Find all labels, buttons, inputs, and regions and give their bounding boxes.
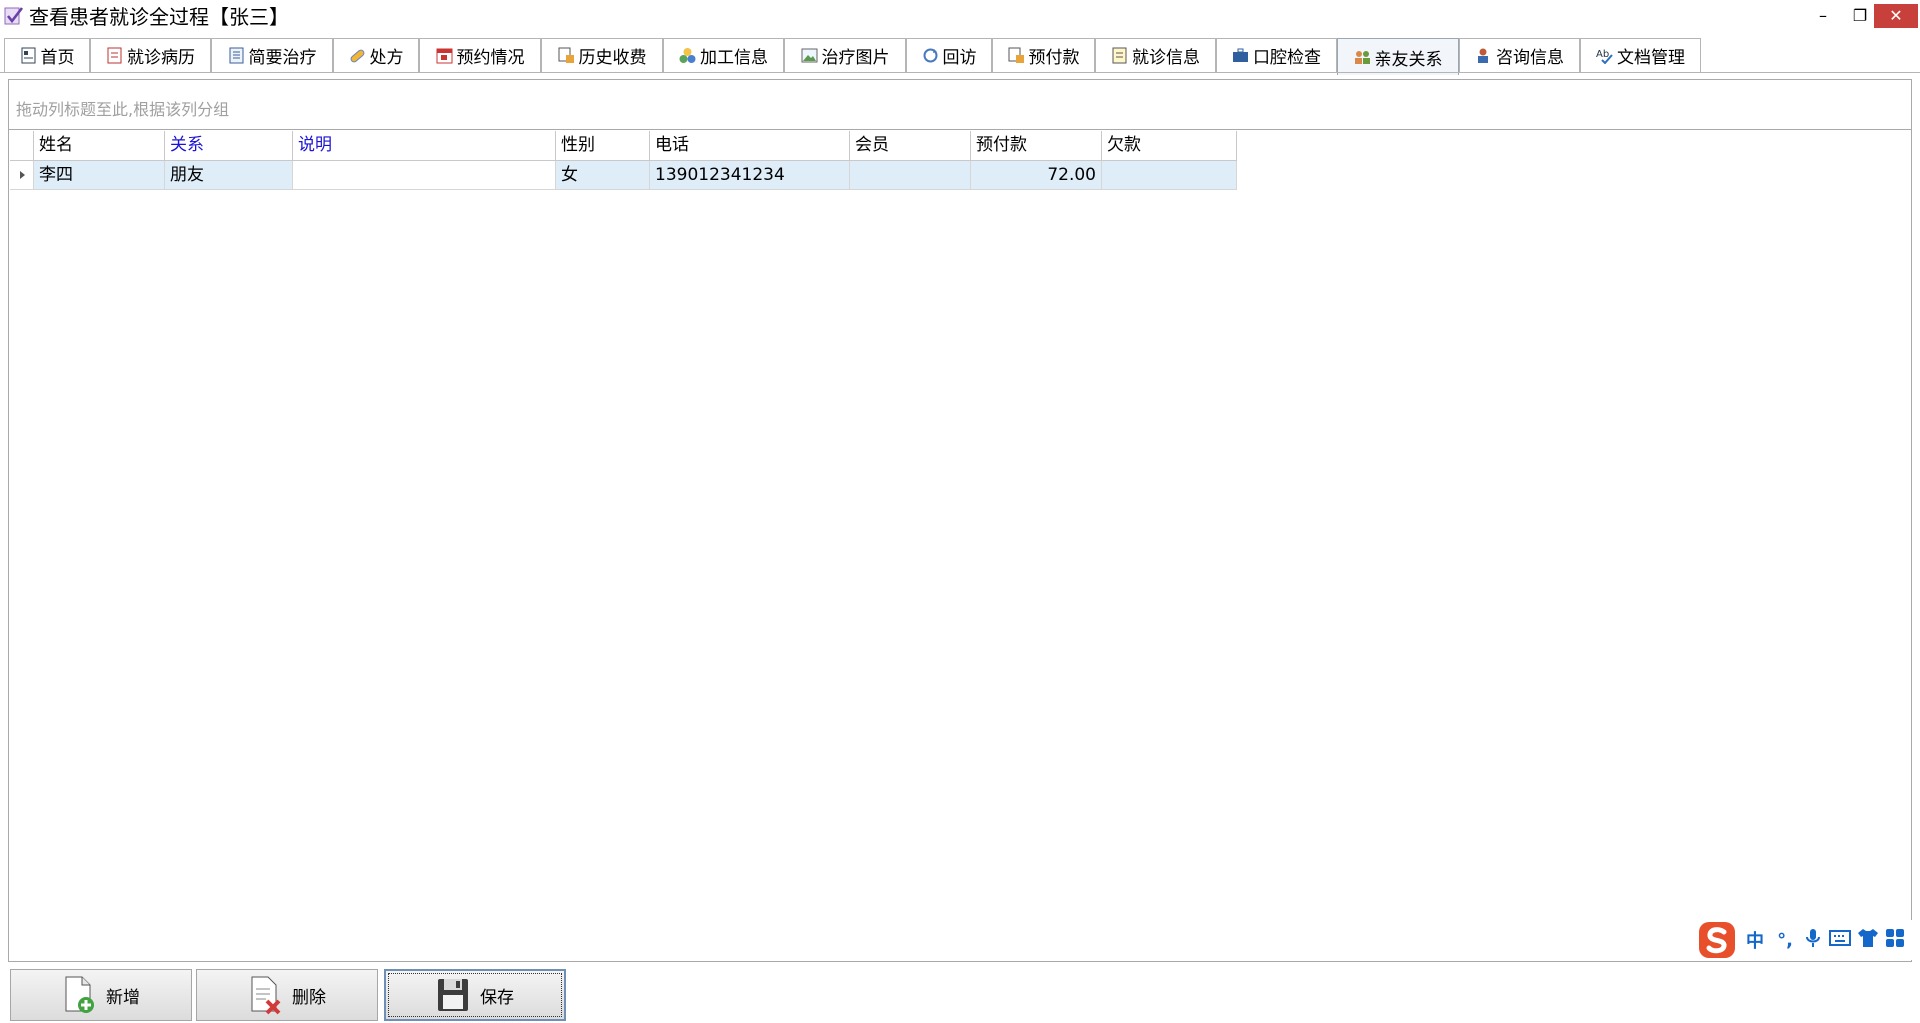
tab-documents[interactable]: Ab 文档管理: [1580, 38, 1701, 72]
tab-label: 咨询信息: [1496, 48, 1564, 68]
tab-label: 文档管理: [1617, 48, 1685, 68]
processing-icon: [679, 47, 696, 64]
notes-icon: [228, 47, 245, 64]
picture-icon: [801, 47, 818, 64]
tab-divider: [0, 72, 1920, 73]
tab-label: 治疗图片: [821, 48, 890, 68]
tab-label: 就诊病历: [127, 48, 195, 68]
column-header-name[interactable]: 姓名: [34, 131, 165, 161]
column-header-relation[interactable]: 关系: [165, 131, 293, 161]
tab-label: 历史收费: [578, 48, 647, 68]
tab-medical-record[interactable]: 就诊病历: [90, 38, 211, 72]
keyboard-icon[interactable]: [1829, 929, 1851, 952]
sogou-logo-icon[interactable]: [1697, 920, 1737, 960]
tab-label: 回访: [942, 48, 977, 68]
relatives-panel: 拖动列标题至此,根据该列分组 姓名 关系 说明 性别 电话 会员 预付款 欠款 …: [8, 79, 1912, 962]
people-icon: [1354, 49, 1371, 66]
cell-relation[interactable]: 朋友: [165, 161, 293, 190]
delete-button-label: 删除: [292, 987, 326, 1008]
calendar-icon: [436, 47, 453, 64]
tab-label: 预约情况: [456, 48, 525, 68]
tab-label: 口腔检查: [1253, 48, 1321, 68]
new-document-icon: [65, 976, 94, 1013]
tab-label: 预付款: [1028, 48, 1080, 68]
table-row[interactable]: 李四 朋友 女 139012341234 72.00: [10, 161, 1237, 190]
ime-language-toggle[interactable]: 中: [1743, 927, 1767, 953]
column-header-debt[interactable]: 欠款: [1102, 131, 1237, 161]
billing-icon: [558, 47, 575, 64]
column-header-gender[interactable]: 性别: [556, 131, 650, 161]
save-button[interactable]: 保存: [384, 969, 566, 1021]
close-button[interactable]: ✕: [1874, 4, 1918, 28]
add-button-label: 新增: [106, 987, 140, 1008]
prepay-icon: [1008, 47, 1025, 64]
column-header-phone[interactable]: 电话: [650, 131, 850, 161]
tab-prescription[interactable]: 处方: [333, 38, 419, 72]
tab-label: 首页: [40, 48, 75, 68]
pill-icon: [349, 47, 366, 64]
svg-text:Ab: Ab: [1596, 49, 1609, 60]
column-header-member[interactable]: 会员: [850, 131, 971, 161]
spellcheck-icon: Ab: [1596, 47, 1613, 65]
group-by-panel[interactable]: 拖动列标题至此,根据该列分组: [9, 80, 1911, 130]
title-bar: 查看患者就诊全过程【张三】 – ❐ ✕: [0, 0, 1920, 33]
tab-strip: 首页 就诊病历 简要治疗 处方 预约情况 历史收费 加工信息 治疗图片 回访 预…: [0, 38, 1920, 75]
cell-phone[interactable]: 139012341234: [650, 161, 850, 190]
cell-debt[interactable]: [1102, 161, 1237, 190]
delete-document-icon: [251, 976, 281, 1015]
tab-consultation[interactable]: 咨询信息: [1459, 38, 1580, 72]
cell-prepayment[interactable]: 72.00: [971, 161, 1102, 190]
window-title: 查看患者就诊全过程【张三】: [29, 5, 289, 29]
skin-shirt-icon[interactable]: [1857, 928, 1879, 953]
cell-name[interactable]: 李四: [34, 161, 165, 190]
minimize-button[interactable]: –: [1808, 4, 1838, 28]
group-by-hint: 拖动列标题至此,根据该列分组: [16, 100, 230, 119]
checklist-icon: [4, 7, 24, 25]
tab-oral-exam[interactable]: 口腔检查: [1216, 38, 1337, 72]
tab-brief-treatment[interactable]: 简要治疗: [211, 38, 333, 72]
tab-treatment-pictures[interactable]: 治疗图片: [784, 38, 906, 72]
cell-gender[interactable]: 女: [556, 161, 650, 190]
tab-billing-history[interactable]: 历史收费: [541, 38, 663, 72]
tab-relatives[interactable]: 亲友关系: [1337, 38, 1459, 75]
info-icon: [1111, 47, 1128, 64]
grid-header: 姓名 关系 说明 性别 电话 会员 预付款 欠款: [10, 131, 1237, 161]
consult-icon: [1475, 47, 1492, 64]
tab-prepayment[interactable]: 预付款: [992, 38, 1095, 72]
tab-processing-info[interactable]: 加工信息: [663, 38, 784, 72]
add-button[interactable]: 新增: [10, 969, 192, 1021]
cell-member[interactable]: [850, 161, 971, 190]
tab-appointment[interactable]: 预约情况: [419, 38, 541, 72]
ime-toolbar: 中 °,: [1697, 920, 1918, 960]
tab-visit-info[interactable]: 就诊信息: [1095, 38, 1216, 72]
tab-label: 就诊信息: [1132, 48, 1200, 68]
ime-punctuation-toggle[interactable]: °,: [1773, 930, 1797, 951]
toolbox-grid-icon[interactable]: [1885, 928, 1905, 953]
tab-home[interactable]: 首页: [4, 38, 90, 72]
tab-label: 加工信息: [700, 48, 768, 68]
refresh-icon: [922, 47, 939, 64]
row-indicator: [10, 161, 34, 190]
column-header-prepayment[interactable]: 预付款: [971, 131, 1102, 161]
column-header-description[interactable]: 说明: [293, 131, 556, 161]
medical-record-icon: [106, 47, 123, 64]
header-indicator: [10, 131, 34, 161]
cell-description[interactable]: [293, 161, 556, 190]
tab-label: 处方: [369, 48, 404, 68]
floppy-disk-icon: [438, 979, 468, 1011]
tab-label: 简要治疗: [248, 48, 317, 68]
save-button-label: 保存: [480, 987, 514, 1008]
restore-button[interactable]: ❐: [1845, 4, 1875, 28]
microphone-icon[interactable]: [1803, 927, 1823, 954]
delete-button[interactable]: 删除: [196, 969, 378, 1021]
briefcase-icon: [1232, 47, 1249, 64]
tab-label: 亲友关系: [1374, 49, 1443, 70]
tab-follow-up[interactable]: 回访: [906, 38, 992, 72]
home-doc-icon: [20, 47, 37, 64]
